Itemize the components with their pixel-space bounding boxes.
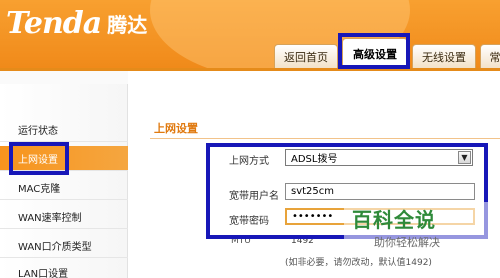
- section-divider: [150, 138, 500, 139]
- watermark-subtitle: 助你轻松解决: [374, 236, 440, 249]
- header: Tenda 腾达 返回首页 高级设置 无线设置 常: [0, 0, 500, 68]
- logo-text-cn: 腾达: [107, 12, 148, 37]
- watermark-title: 百科全说: [352, 208, 436, 232]
- sidebar-item-status[interactable]: 运行状态: [0, 117, 128, 142]
- sidebar-item-mac-clone[interactable]: MAC克隆: [0, 175, 128, 200]
- tab-wireless-settings[interactable]: 无线设置: [412, 44, 476, 68]
- sidebar-item-wan-media[interactable]: WAN口介质类型: [0, 233, 128, 258]
- sidebar-item-wan-rate[interactable]: WAN速率控制: [0, 204, 128, 229]
- section-title: 上网设置: [154, 122, 198, 135]
- tab-home[interactable]: 返回首页: [274, 44, 338, 68]
- tab-more[interactable]: 常: [480, 44, 500, 68]
- highlight-advanced-tab: [338, 33, 410, 69]
- highlight-sidebar-item: [9, 142, 69, 175]
- logo-text-en: Tenda: [6, 5, 102, 41]
- sidebar-top-spacer: [0, 71, 128, 84]
- sidebar: 运行状态 上网设置 MAC克隆 WAN速率控制 WAN口介质类型 LAN口设置: [0, 84, 128, 278]
- brand-logo: Tenda 腾达: [6, 5, 148, 41]
- sidebar-item-lan[interactable]: LAN口设置: [0, 260, 128, 278]
- watermark: 百科全说 助你轻松解决: [334, 198, 500, 258]
